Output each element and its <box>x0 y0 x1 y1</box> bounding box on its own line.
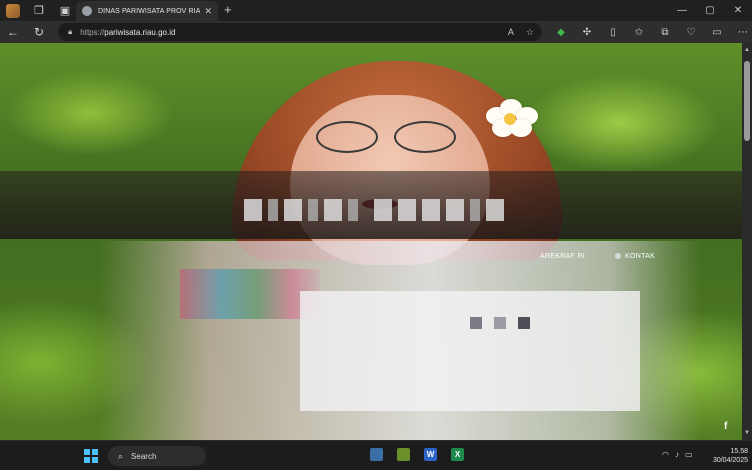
tab-close-icon[interactable]: ✕ <box>204 6 212 17</box>
pinned-apps: W X <box>370 448 464 461</box>
favorites-icon[interactable]: ✩ <box>626 27 652 38</box>
facebook-icon[interactable]: f <box>724 421 727 432</box>
start-button-windows-icon[interactable] <box>84 449 98 463</box>
web-page: AREKRAF RI KONTAK f <box>0 43 742 440</box>
system-tray: ◠ ♪ ▭ <box>662 450 693 459</box>
back-button[interactable]: ← <box>0 21 26 43</box>
lock-icon[interactable]: 🔒︎ <box>68 27 72 37</box>
profile-avatar[interactable] <box>0 0 26 21</box>
nav-item-label: KONTAK <box>625 252 656 260</box>
page-scrollbar[interactable]: ▲ ▼ <box>742 43 752 440</box>
hero-pixelated-title <box>244 197 504 223</box>
nav-item-parekraf[interactable]: AREKRAF RI <box>540 253 585 260</box>
windows-taskbar: ⌕ Search W X ◠ ♪ ▭ 15.58 30/04/2025 <box>0 440 752 470</box>
pixel-block <box>494 317 506 329</box>
search-icon: ⌕ <box>118 450 124 461</box>
favorite-star-icon[interactable]: ☆ <box>526 27 534 38</box>
glasses-right-lens <box>394 121 456 153</box>
contact-icon <box>615 252 622 259</box>
app-icon[interactable] <box>370 448 383 461</box>
tab-title: DINAS PARIWISATA PROV RIAU <box>98 7 201 15</box>
browser-toolbar: ← ↻ 🔒︎ https:// pariwisata.riau.go.id A … <box>0 21 752 43</box>
workspaces-icon[interactable]: ❐ <box>26 0 52 21</box>
refresh-button[interactable]: ↻ <box>26 21 52 43</box>
url-scheme: https:// <box>80 27 105 37</box>
pixelated-panel <box>300 291 640 411</box>
scroll-down-arrow-icon[interactable]: ▼ <box>742 428 752 438</box>
wifi-icon[interactable]: ◠ <box>662 450 669 459</box>
pixelated-color-strip <box>180 269 320 319</box>
battery-icon[interactable]: ▭ <box>685 450 693 459</box>
collections-icon[interactable]: ⧉ <box>652 27 678 38</box>
read-aloud-icon[interactable]: A <box>508 27 514 37</box>
screenshot-icon[interactable]: ▭ <box>704 27 730 38</box>
site-navigation: AREKRAF RI KONTAK <box>540 249 655 263</box>
split-screen-icon[interactable]: ▯ <box>600 27 626 38</box>
close-window-button[interactable]: ✕ <box>724 0 752 21</box>
toolbar-actions: ◆ ✣ ▯ ✩ ⧉ ♡ ▭ ⋯ <box>548 21 752 43</box>
search-label: Search <box>131 451 157 461</box>
excel-app-icon[interactable]: X <box>451 448 464 461</box>
tab-dinas-pariwisata[interactable]: DINAS PARIWISATA PROV RIAU ✕ <box>76 1 218 21</box>
minimize-button[interactable]: — <box>668 0 696 21</box>
taskbar-clock[interactable]: 15.58 30/04/2025 <box>704 447 748 465</box>
more-menu-icon[interactable]: ⋯ <box>730 27 752 38</box>
extensions-puzzle-icon[interactable]: ✣ <box>574 27 600 38</box>
url-host: pariwisata.riau.go.id <box>104 27 176 37</box>
extension-leaf-icon[interactable]: ◆ <box>548 27 574 38</box>
maximize-button[interactable]: ▢ <box>696 0 724 21</box>
taskbar-search[interactable]: ⌕ Search <box>108 446 206 466</box>
flower-center <box>504 113 516 125</box>
clock-time: 15.58 <box>730 448 748 455</box>
pixel-block <box>518 317 530 329</box>
pixel-block <box>470 317 482 329</box>
window-controls: — ▢ ✕ <box>668 0 752 21</box>
avatar <box>6 3 20 18</box>
flower-decoration <box>484 99 540 139</box>
volume-icon[interactable]: ♪ <box>675 450 679 459</box>
word-app-icon[interactable]: W <box>424 448 437 461</box>
nav-item-kontak[interactable]: KONTAK <box>615 253 655 260</box>
new-tab-button[interactable]: + <box>224 2 232 17</box>
clock-date: 30/04/2025 <box>712 457 748 464</box>
scroll-up-arrow-icon[interactable]: ▲ <box>742 45 752 55</box>
address-bar[interactable]: 🔒︎ https:// pariwisata.riau.go.id A ☆ <box>58 23 542 41</box>
scroll-thumb[interactable] <box>744 61 750 141</box>
tab-actions-icon[interactable]: ▣ <box>52 0 78 21</box>
app-icon[interactable] <box>397 448 410 461</box>
glasses-left-lens <box>316 121 378 153</box>
site-favicon-icon <box>82 6 92 16</box>
browser-essentials-icon[interactable]: ♡ <box>678 27 704 38</box>
